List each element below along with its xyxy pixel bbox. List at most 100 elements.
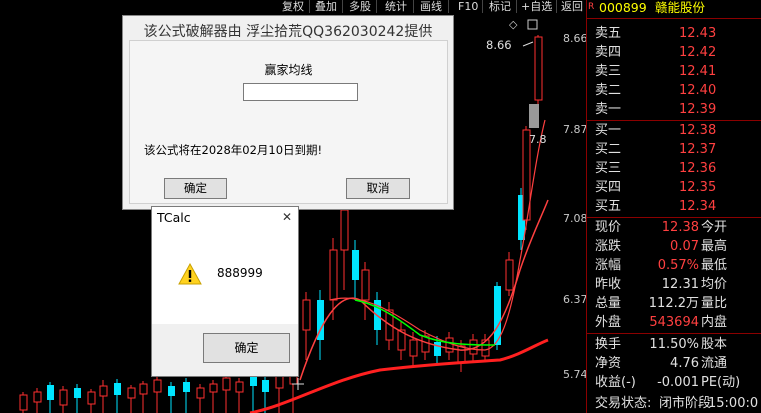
ask-price: 12.43 <box>679 26 717 41</box>
quote-row: 总量 112.2万 量比 <box>587 294 761 313</box>
quote-label-2: PE(动) <box>701 375 741 390</box>
quote-row: 昨收 12.31 均价 <box>587 275 761 294</box>
candle-body <box>139 383 148 395</box>
toolbar-button-fanhui[interactable]: 返回 <box>561 0 583 13</box>
ask-row-2[interactable]: 卖二 12.40 <box>587 81 761 100</box>
bid-price: 12.35 <box>679 180 717 195</box>
toolbar-button-fuquan[interactable]: 复权 <box>282 0 304 13</box>
ask-row-3[interactable]: 卖三 12.41 <box>587 62 761 81</box>
quote-row: 净资 4.76 流通 <box>587 354 761 373</box>
candle-body <box>196 387 205 399</box>
candle-body <box>168 386 175 396</box>
quote-label-2: 流通 <box>701 356 728 371</box>
quote-row: 涨幅 0.57% 最低 <box>587 256 761 275</box>
bid-row-5[interactable]: 买五 12.34 <box>587 197 761 216</box>
crack-dialog-body: 赢家均线 该公式将在2028年02月10日到期! 确定 取消 <box>129 40 448 204</box>
candle-body <box>534 36 543 101</box>
toolbar-button-duogu[interactable]: 多股 <box>349 0 371 13</box>
divider <box>587 333 761 334</box>
ask-label: 卖四 <box>595 45 622 60</box>
quote-label: 涨跌 <box>595 239 622 254</box>
toolbar-button-huaxian[interactable]: 画线 <box>420 0 442 13</box>
trade-status-time: 15:00:0 <box>708 396 759 411</box>
window-restore-icon[interactable] <box>527 19 538 30</box>
ask-row-4[interactable]: 卖四 12.42 <box>587 43 761 62</box>
quote-label-2: 今开 <box>701 220 728 235</box>
trade-status-value: 闭市阶段 <box>659 396 712 411</box>
quote-label: 收益(-) <box>595 375 636 390</box>
quote-label-2: 内盘 <box>701 315 728 330</box>
diamond-icon[interactable]: ◇ <box>509 18 518 31</box>
bid-label: 买二 <box>595 142 622 157</box>
candle-body <box>457 345 466 363</box>
quote-label: 涨幅 <box>595 258 622 273</box>
candle-body <box>445 337 454 353</box>
formula-name-input[interactable] <box>243 83 358 101</box>
trade-status-row: 交易状态: 闭市阶段 15:00:0 <box>587 394 761 413</box>
candle-body <box>434 342 441 356</box>
candle-body <box>99 385 108 397</box>
ok-button[interactable]: 确定 <box>164 178 227 199</box>
candle-body <box>87 391 96 405</box>
candle-body <box>409 339 418 357</box>
warning-icon <box>178 263 202 285</box>
quote-value: 0.07 <box>670 239 699 254</box>
quote-row: 涨跌 0.07 最高 <box>587 237 761 256</box>
ask-price: 12.41 <box>679 64 717 79</box>
ask-label: 卖五 <box>595 26 622 41</box>
ask-price: 12.42 <box>679 45 717 60</box>
bid-label: 买五 <box>595 199 622 214</box>
candle-body <box>302 299 311 331</box>
price-callout-mid: 7.8 <box>529 133 547 146</box>
quote-label: 昨收 <box>595 277 622 292</box>
field-label: 赢家均线 <box>264 63 313 77</box>
toolbar-separator <box>482 0 483 13</box>
stock-badge: R <box>588 2 595 12</box>
quote-value: 11.50% <box>649 337 699 352</box>
candle-body <box>235 381 244 393</box>
candle-body <box>262 380 269 392</box>
ask-row-1[interactable]: 卖一 12.39 <box>587 100 761 119</box>
toolbar-button-diejia[interactable]: 叠加 <box>315 0 337 13</box>
ask-price: 12.40 <box>679 83 717 98</box>
bid-row-3[interactable]: 买三 12.36 <box>587 159 761 178</box>
quote-label-2: 最低 <box>701 258 728 273</box>
tcalc-body: 888999 <box>152 233 298 324</box>
quote-label-2: 均价 <box>701 277 728 292</box>
bid-row-4[interactable]: 买四 12.35 <box>587 178 761 197</box>
candle-body <box>222 377 231 391</box>
candle-body <box>352 250 359 280</box>
quote-value: 0.57% <box>657 258 699 273</box>
quote-label: 净资 <box>595 356 622 371</box>
bid-label: 买四 <box>595 180 622 195</box>
quote-row: 换手 11.50% 股本 <box>587 335 761 354</box>
ask-row-5[interactable]: 卖五 12.43 <box>587 24 761 43</box>
quote-label-2: 量比 <box>701 296 728 311</box>
quote-row: 收益(-) -0.001 PE(动) <box>587 373 761 392</box>
toolbar-separator <box>342 0 343 13</box>
toolbar-separator <box>309 0 310 13</box>
toolbar-button-biaoji[interactable]: 标记 <box>489 0 511 13</box>
toolbar-button-tongji[interactable]: 统计 <box>385 0 407 13</box>
bid-row-2[interactable]: 买二 12.37 <box>587 140 761 159</box>
quote-label: 换手 <box>595 337 622 352</box>
quote-value: 112.2万 <box>648 296 699 311</box>
toolbar-button-zixuan[interactable]: +自选 <box>521 0 552 13</box>
quote-label: 外盘 <box>595 315 622 330</box>
y-tick-1: 8.66 <box>563 32 588 45</box>
candle-body <box>153 379 162 393</box>
close-icon[interactable]: ✕ <box>282 210 292 224</box>
tcalc-title: TCalc <box>157 210 191 225</box>
quote-row: 现价 12.38 今开 <box>587 218 761 237</box>
cancel-button[interactable]: 取消 <box>346 178 410 199</box>
toolbar-separator <box>516 0 517 13</box>
stock-name[interactable]: 赣能股份 <box>655 0 705 16</box>
toolbar-button-f10[interactable]: F10 <box>458 0 478 13</box>
expire-text: 该公式将在2028年02月10日到期! <box>144 143 323 157</box>
tcalc-ok-button[interactable]: 确定 <box>203 333 290 363</box>
bid-row-1[interactable]: 买一 12.38 <box>587 121 761 140</box>
quote-value: 12.31 <box>661 277 699 292</box>
bid-price: 12.38 <box>679 123 717 138</box>
candle-body <box>361 269 370 301</box>
stock-code[interactable]: 000899 <box>599 0 647 16</box>
